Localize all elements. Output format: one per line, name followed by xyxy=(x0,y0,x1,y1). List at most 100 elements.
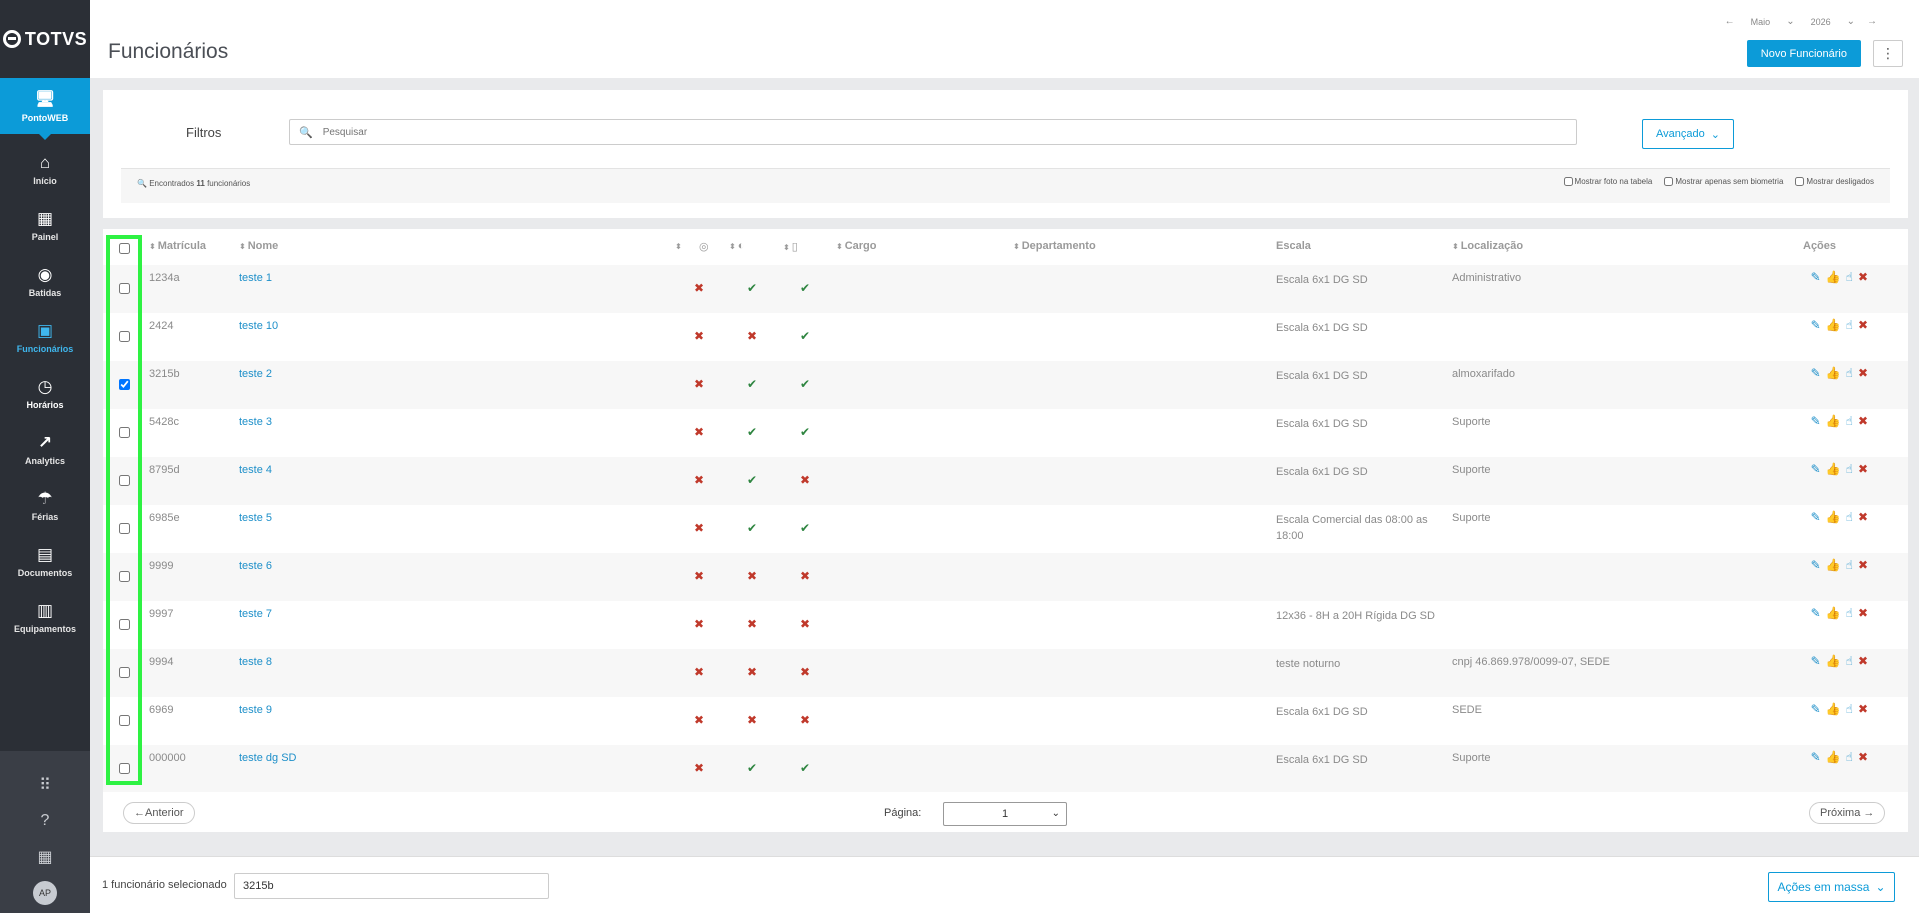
edit-icon[interactable]: ✎ xyxy=(1811,654,1821,668)
option-checkbox[interactable] xyxy=(1563,177,1573,186)
employee-name-link[interactable]: teste 8 xyxy=(239,656,272,668)
thumbs-up-icon[interactable]: 👍 xyxy=(1826,270,1841,284)
table-row[interactable]: 000000 teste dg SD ✖ ✔ ✔ Escala 6x1 DG SD Supo… xyxy=(103,745,1908,793)
col-sort-biometry[interactable]: ⬍ xyxy=(675,240,684,252)
edit-icon[interactable]: ✎ xyxy=(1811,270,1821,284)
thumbs-up-icon[interactable]: 👍 xyxy=(1826,462,1841,476)
hand-icon[interactable]: ☝ xyxy=(1846,750,1853,764)
delete-icon[interactable]: ✖ xyxy=(1858,366,1868,380)
employee-name-link[interactable]: teste 5 xyxy=(239,512,272,524)
next-page-button[interactable]: Próxima → xyxy=(1809,802,1886,824)
delete-icon[interactable]: ✖ xyxy=(1858,606,1868,620)
hand-icon[interactable]: ☝ xyxy=(1846,318,1853,332)
hand-icon[interactable]: ☝ xyxy=(1846,270,1853,284)
table-row[interactable]: 9994 teste 8 ✖ ✖ ✖ teste noturno cnpj 46.869.9… xyxy=(103,649,1908,697)
employee-name-link[interactable]: teste 9 xyxy=(239,704,272,716)
apps-grid-icon[interactable]: ⠿ xyxy=(39,767,51,803)
chevron-down-icon[interactable]: ⌄ xyxy=(1847,16,1855,27)
row-checkbox[interactable] xyxy=(119,619,130,630)
delete-icon[interactable]: ✖ xyxy=(1858,558,1868,572)
hand-icon[interactable]: ☝ xyxy=(1846,510,1853,524)
previous-page-button[interactable]: ←Anterior xyxy=(123,802,195,824)
table-row[interactable]: 8795d teste 4 ✖ ✔ ✖ Escala 6x1 DG SD Suporte ✎ 👍… xyxy=(103,457,1908,505)
row-checkbox[interactable] xyxy=(119,283,130,294)
table-row[interactable]: 5428c teste 3 ✖ ✔ ✔ Escala 6x1 DG SD Suporte ✎ 👍… xyxy=(103,409,1908,457)
table-row[interactable]: 9999 teste 6 ✖ ✖ ✖ ✎ 👍 ☝ ✖ xyxy=(103,553,1908,601)
employee-name-link[interactable]: teste 3 xyxy=(239,416,272,428)
row-checkbox[interactable] xyxy=(119,667,130,678)
hand-icon[interactable]: ☝ xyxy=(1846,558,1853,572)
thumbs-up-icon[interactable]: 👍 xyxy=(1826,750,1841,764)
select-all-checkbox[interactable] xyxy=(119,243,130,254)
row-checkbox[interactable] xyxy=(119,379,130,390)
row-checkbox[interactable] xyxy=(119,523,130,534)
row-checkbox[interactable] xyxy=(119,427,130,438)
delete-icon[interactable]: ✖ xyxy=(1858,654,1868,668)
thumbs-up-icon[interactable]: 👍 xyxy=(1826,366,1841,380)
edit-icon[interactable]: ✎ xyxy=(1811,462,1821,476)
delete-icon[interactable]: ✖ xyxy=(1858,702,1868,716)
edit-icon[interactable]: ✎ xyxy=(1811,702,1821,716)
edit-icon[interactable]: ✎ xyxy=(1811,318,1821,332)
thumbs-up-icon[interactable]: 👍 xyxy=(1826,510,1841,524)
sidebar-item-equipamentos[interactable]: ▥ Equipamentos xyxy=(0,590,90,646)
table-row[interactable]: 9997 teste 7 ✖ ✖ ✖ 12x36 - 8H a 20H Rígida DG… xyxy=(103,601,1908,649)
table-row[interactable]: 6985e teste 5 ✖ ✔ ✔ Escala Comercial das 08:0… xyxy=(103,505,1908,553)
thumbs-up-icon[interactable]: 👍 xyxy=(1826,702,1841,716)
row-checkbox[interactable] xyxy=(119,475,130,486)
edit-icon[interactable]: ✎ xyxy=(1811,750,1821,764)
edit-icon[interactable]: ✎ xyxy=(1811,558,1821,572)
row-checkbox[interactable] xyxy=(119,571,130,582)
employee-name-link[interactable]: teste dg SD xyxy=(239,752,296,764)
app-pontoweb[interactable]: 🖥 PontoWEB xyxy=(0,78,90,140)
table-row[interactable]: 6969 teste 9 ✖ ✖ ✖ Escala 6x1 DG SD SEDE ✎ 👍 ☝ ✖ xyxy=(103,697,1908,745)
table-row[interactable]: 2424 teste 10 ✖ ✖ ✔ Escala 6x1 DG SD ✎ 👍 ☝ ✖ xyxy=(103,313,1908,361)
option-no-biometry[interactable]: Mostrar apenas sem biometria xyxy=(1664,177,1783,186)
delete-icon[interactable]: ✖ xyxy=(1858,414,1868,428)
delete-icon[interactable]: ✖ xyxy=(1858,510,1868,524)
option-show-dismissed[interactable]: Mostrar desligados xyxy=(1795,177,1874,186)
table-row[interactable]: 3215b teste 2 ✖ ✔ ✔ Escala 6x1 DG SD almoxarif… xyxy=(103,361,1908,409)
search-input[interactable] xyxy=(322,126,1576,138)
col-sort-web[interactable]: ⬍ ◐ xyxy=(729,240,744,252)
help-icon[interactable]: ? xyxy=(41,803,50,839)
row-checkbox[interactable] xyxy=(119,763,130,774)
arrow-left-icon[interactable]: ← xyxy=(1725,16,1735,27)
sidebar-item-documentos[interactable]: ▤ Documentos xyxy=(0,534,90,590)
edit-icon[interactable]: ✎ xyxy=(1811,606,1821,620)
chevron-down-icon[interactable]: ⌄ xyxy=(1786,16,1794,27)
hand-icon[interactable]: ☝ xyxy=(1846,462,1853,476)
thumbs-up-icon[interactable]: 👍 xyxy=(1826,654,1841,668)
sidebar-item-painel[interactable]: ▦ Painel xyxy=(0,198,90,254)
table-row[interactable]: 1234a teste 1 ✖ ✔ ✔ Escala 6x1 DG SD Administr… xyxy=(103,265,1908,313)
employee-name-link[interactable]: teste 2 xyxy=(239,368,272,380)
employee-name-link[interactable]: teste 7 xyxy=(239,608,272,620)
col-nome[interactable]: ⬍ Nome xyxy=(239,240,278,252)
thumbs-up-icon[interactable]: 👍 xyxy=(1826,318,1841,332)
hand-icon[interactable]: ☝ xyxy=(1846,654,1853,668)
row-checkbox[interactable] xyxy=(119,331,130,342)
mass-actions-button[interactable]: Ações em massa ⌄ xyxy=(1768,872,1895,902)
option-checkbox[interactable] xyxy=(1795,177,1805,186)
sidebar-item-batidas[interactable]: ◉ Batidas xyxy=(0,254,90,310)
employee-name-link[interactable]: teste 1 xyxy=(239,272,272,284)
hand-icon[interactable]: ☝ xyxy=(1846,606,1853,620)
sidebar-item-analytics[interactable]: ↗ Analytics xyxy=(0,422,90,478)
edit-icon[interactable]: ✎ xyxy=(1811,414,1821,428)
thumbs-up-icon[interactable]: 👍 xyxy=(1826,606,1841,620)
hand-icon[interactable]: ☝ xyxy=(1846,702,1853,716)
sidebar-item-horarios[interactable]: ◷ Horários xyxy=(0,366,90,422)
delete-icon[interactable]: ✖ xyxy=(1858,270,1868,284)
employee-name-link[interactable]: teste 10 xyxy=(239,320,278,332)
avatar[interactable]: AP xyxy=(33,881,57,905)
selected-ids-field[interactable] xyxy=(234,873,549,899)
delete-icon[interactable]: ✖ xyxy=(1858,462,1868,476)
arrow-right-icon[interactable]: → xyxy=(1867,16,1877,27)
col-matricula[interactable]: ⬍ Matrícula xyxy=(149,240,206,252)
col-sort-mobile[interactable]: ⬍ ▯ xyxy=(783,240,798,253)
sidebar-item-inicio[interactable]: ⌂ Início xyxy=(0,142,90,198)
thumbs-up-icon[interactable]: 👍 xyxy=(1826,558,1841,572)
advanced-filter-button[interactable]: Avançado ⌄ xyxy=(1642,119,1734,149)
employee-name-link[interactable]: teste 6 xyxy=(239,560,272,572)
thumbs-up-icon[interactable]: 👍 xyxy=(1826,414,1841,428)
